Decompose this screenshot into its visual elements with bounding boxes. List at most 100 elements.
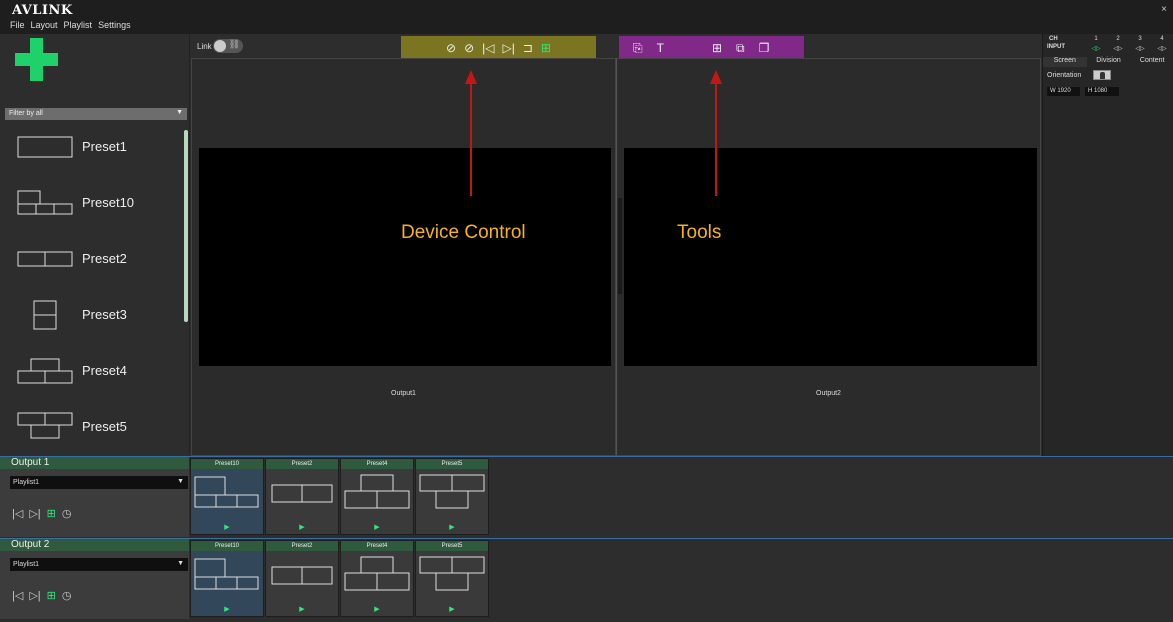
layers-icon[interactable]: ❐ [759, 41, 770, 55]
playlist-select[interactable]: Playlist1 ▼ [10, 476, 188, 489]
height-field[interactable]: H 1080 [1085, 87, 1119, 96]
input-icon[interactable]: ◁▷ [1157, 45, 1167, 52]
width-field[interactable]: W 1920 [1047, 87, 1080, 96]
layout-single-icon [17, 136, 73, 158]
canvas-area: Output1 Output2 Device Control Tools [191, 58, 1041, 456]
output1-label: Output1 [391, 390, 416, 397]
playlist-value: Playlist1 [13, 479, 40, 486]
input-icon[interactable]: ◁▷ [1113, 45, 1123, 52]
layout-dual-icon [17, 251, 73, 267]
playlist-card-name: Preset10 [191, 459, 263, 469]
preset-list: Preset1 Preset10 Preset2 Preset3 Preset4… [0, 124, 186, 454]
playlist-card[interactable]: Preset2 ▶ [265, 540, 339, 617]
play-icon[interactable]: ▶ [191, 605, 263, 613]
preset-item[interactable]: Preset2 [0, 236, 180, 292]
playlist-card-name: Preset4 [341, 459, 413, 469]
app-logo: AVLINK [12, 3, 73, 18]
menu-playlist[interactable]: Playlist [64, 20, 93, 30]
layout-split-icon [194, 558, 259, 590]
playlist-card[interactable]: Preset5 ▶ [415, 458, 489, 535]
loop-icon[interactable]: ⊐ [523, 41, 533, 55]
layout-triple-inverted-icon [17, 412, 73, 439]
preset-item[interactable]: Preset10 [0, 180, 180, 236]
grid-icon[interactable]: ⊞ [712, 41, 722, 55]
play-icon[interactable]: ▶ [266, 523, 338, 531]
window-add-icon[interactable]: ⎘ [633, 41, 643, 56]
channel-number: 1 [1094, 36, 1098, 42]
properties-panel: CH INPUT 1 2 3 4 ◁▷ ◁▷ ◁▷ ◁▷ Screen Divi… [1042, 34, 1173, 456]
skip-back-icon[interactable]: |◁ [482, 41, 494, 55]
skip-back-icon[interactable]: |◁ [12, 507, 23, 520]
layout-grid-icon[interactable]: ⊞ [47, 507, 56, 520]
ch-label: CH [1049, 36, 1058, 42]
preset-item[interactable]: Preset1 [0, 124, 180, 180]
device-control-annotation: Device Control [401, 222, 526, 243]
play-icon[interactable]: ▶ [266, 605, 338, 613]
tab-division[interactable]: Division [1087, 57, 1131, 67]
add-preset-button[interactable] [15, 38, 58, 81]
output1-screen[interactable] [199, 148, 611, 366]
output1-panel[interactable]: Output1 [191, 58, 616, 456]
sidebar-scrollbar[interactable] [184, 130, 188, 322]
playlist-select[interactable]: Playlist1 ▼ [10, 558, 188, 571]
text-icon[interactable]: T [657, 41, 664, 55]
menu-settings[interactable]: Settings [98, 20, 131, 30]
filter-value: Filter by all [9, 110, 43, 117]
playlist-card[interactable]: Preset10 ▶ [190, 458, 264, 535]
skip-back-icon[interactable]: |◁ [12, 589, 23, 602]
chevron-down-icon: ▼ [177, 560, 184, 567]
input-icon[interactable]: ◁▷ [1135, 45, 1145, 52]
layout-grid-icon[interactable]: ⊞ [47, 589, 56, 602]
layout-grid-icon[interactable]: ⊞ [541, 41, 551, 55]
skip-forward-icon[interactable]: ▷| [29, 507, 40, 520]
output1-playlist-panel: Output 1 Playlist1 ▼ |◁ ▷| ⊞ ◷ Preset10 … [0, 456, 1173, 537]
output1-title: Output 1 [0, 457, 189, 469]
playlist-card[interactable]: Preset4 ▶ [340, 540, 414, 617]
orientation-button[interactable] [1093, 70, 1111, 80]
sub-window-icon[interactable]: ⧉ [736, 41, 745, 56]
layout-triple-icon [17, 358, 73, 384]
preset-item[interactable]: Preset4 [0, 348, 180, 404]
preset-item[interactable]: Preset5 [0, 404, 180, 460]
filter-dropdown[interactable]: Filter by all ▼ [5, 108, 187, 120]
play-icon[interactable]: ▶ [341, 605, 413, 613]
play-icon[interactable]: ▶ [416, 523, 488, 531]
menu-file[interactable]: File [10, 20, 25, 30]
layout-dual-icon [271, 484, 333, 503]
panel-divider [618, 198, 622, 294]
orientation-label: Orientation [1047, 72, 1082, 79]
clock-icon[interactable]: ◷ [62, 589, 72, 602]
layout-dual-icon [271, 566, 333, 585]
hide-all-icon[interactable]: ⊘ [464, 41, 474, 55]
skip-forward-icon[interactable]: ▷| [29, 589, 40, 602]
playlist-card-name: Preset2 [266, 459, 338, 469]
device-control-arrow [470, 82, 472, 196]
link-toggle[interactable]: ⛓ [213, 39, 243, 53]
channel-number: 4 [1160, 36, 1164, 42]
play-icon[interactable]: ▶ [191, 523, 263, 531]
link-label: Link [197, 42, 212, 51]
tab-screen[interactable]: Screen [1043, 57, 1087, 67]
output2-panel[interactable]: Output2 [616, 58, 1041, 456]
play-icon[interactable]: ▶ [341, 523, 413, 531]
layout-split-icon [17, 190, 73, 215]
input-icon[interactable]: ◁▷ [1091, 45, 1101, 52]
preset-label: Preset3 [82, 307, 127, 322]
play-icon[interactable]: ▶ [416, 605, 488, 613]
playlist-card[interactable]: Preset2 ▶ [265, 458, 339, 535]
menu-layout[interactable]: Layout [31, 20, 58, 30]
playlist-value: Playlist1 [13, 561, 40, 568]
tab-content[interactable]: Content [1130, 57, 1173, 67]
preset-item[interactable]: Preset3 [0, 292, 180, 348]
skip-forward-icon[interactable]: ▷| [503, 41, 515, 55]
playlist-card[interactable]: Preset4 ▶ [340, 458, 414, 535]
playlist-card[interactable]: Preset5 ▶ [415, 540, 489, 617]
playlist-card[interactable]: Preset10 ▶ [190, 540, 264, 617]
output2-screen[interactable] [624, 148, 1037, 366]
channel-number: 3 [1138, 36, 1142, 42]
device-control-group: ⊘ ⊘ |◁ ▷| ⊐ ⊞ [401, 36, 596, 60]
close-icon[interactable]: × [1161, 4, 1167, 15]
clock-icon[interactable]: ◷ [62, 507, 72, 520]
hide-icon[interactable]: ⊘ [446, 41, 456, 55]
playlist-card-name: Preset4 [341, 541, 413, 551]
